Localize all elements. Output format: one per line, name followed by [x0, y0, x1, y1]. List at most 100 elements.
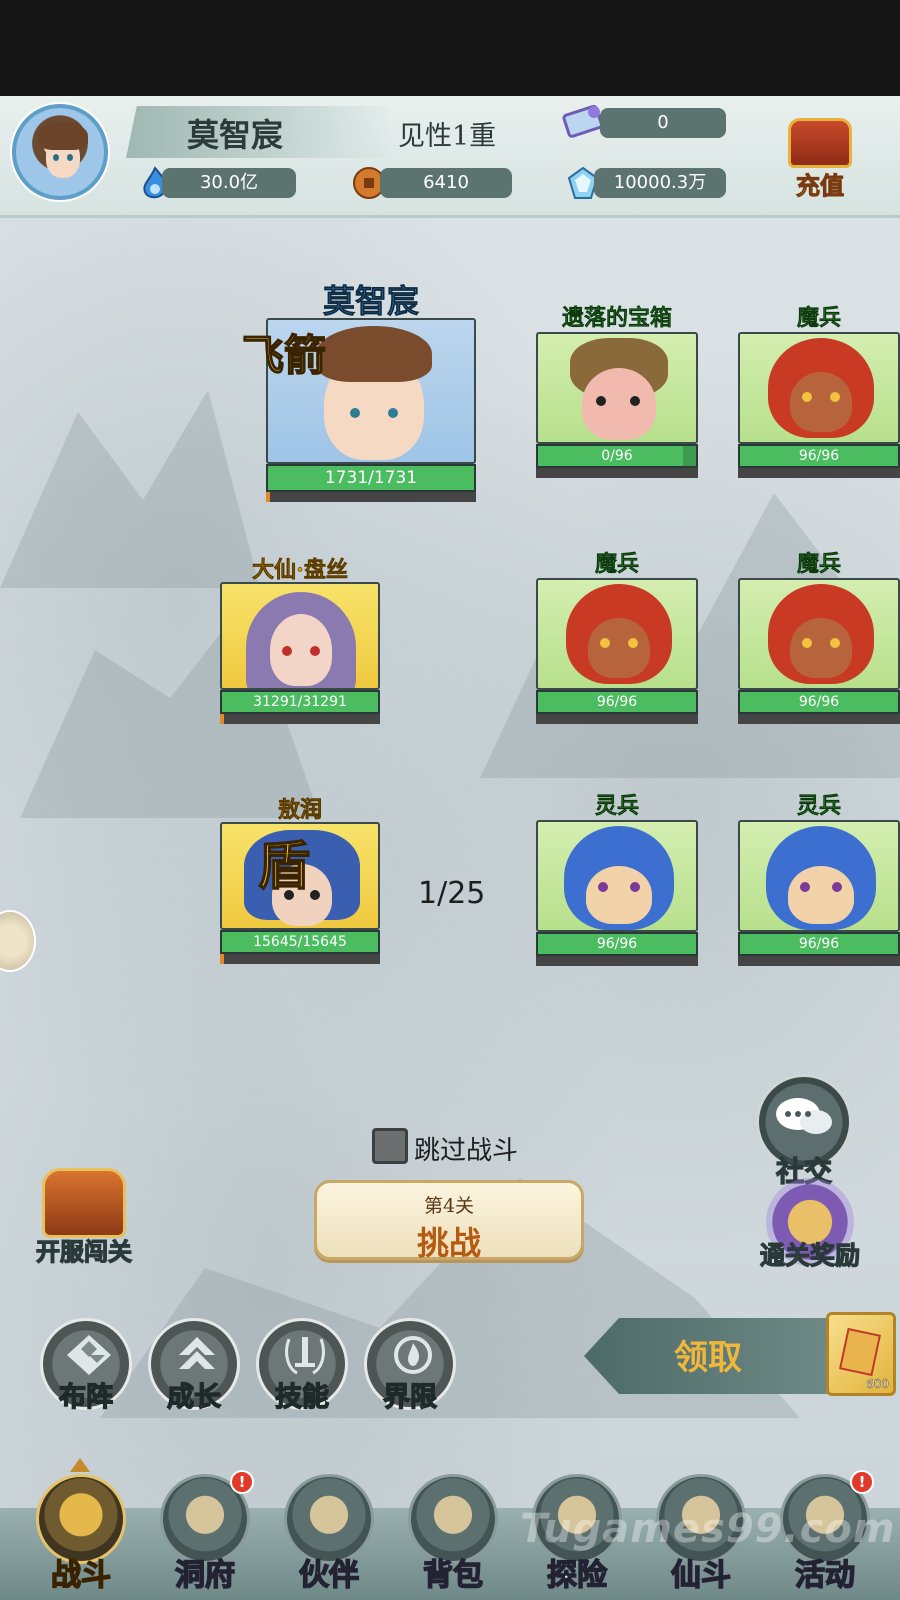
nav-cave[interactable]: ! 洞府: [150, 1460, 260, 1600]
hero-eye: [388, 408, 398, 418]
unit-hp-bar: 96/96: [738, 932, 900, 956]
player-avatar[interactable]: [12, 104, 108, 200]
coupon-icon: [839, 1327, 881, 1377]
unit-hp-bar: 96/96: [738, 690, 900, 714]
wave-counter: 1/25: [418, 876, 486, 911]
upgrade-arrow-icon: [179, 1337, 215, 1369]
spirit-amount: 30.0亿: [162, 168, 296, 198]
challenge-button[interactable]: 第4关 挑战: [314, 1180, 584, 1262]
status-bar: [0, 0, 900, 96]
coin-amount: 6410: [380, 168, 512, 198]
enemy-unit[interactable]: 魔兵 96/96: [738, 546, 900, 726]
unit-base: [536, 714, 698, 724]
character-eye: [310, 646, 320, 656]
claim-button[interactable]: 领取: [584, 1318, 834, 1394]
nav-battle[interactable]: 战斗: [26, 1458, 136, 1600]
formation-button[interactable]: 布阵: [40, 1318, 132, 1414]
enemy-unit[interactable]: 灵兵 96/96: [536, 788, 698, 968]
unit-hp-bar: 15645/15645: [220, 930, 380, 954]
sword-icon: [285, 1337, 325, 1375]
enemy-unit[interactable]: 遗落的宝箱 0/96: [536, 300, 698, 480]
character-face: [788, 866, 854, 924]
character-eye: [802, 392, 812, 402]
enemy-unit[interactable]: 灵兵 96/96: [738, 788, 900, 968]
unit-base: [220, 954, 380, 964]
unit-hp-text: 31291/31291: [253, 694, 347, 710]
unit-hp-text: 15645/15645: [253, 934, 347, 950]
ally-unit[interactable]: 敖润 盾 15645/15645: [220, 770, 380, 966]
nav-partner[interactable]: 伙伴: [274, 1460, 384, 1600]
unit-name: 敖润: [277, 797, 323, 824]
unit-hp-bar: 31291/31291: [220, 690, 380, 714]
limit-button[interactable]: 界限: [364, 1318, 456, 1414]
unit-name: 莫智宸: [322, 282, 420, 321]
skip-battle-checkbox[interactable]: [372, 1128, 408, 1164]
player-name: 莫智宸: [186, 116, 283, 154]
watermark: Tugames99.com: [520, 1506, 896, 1552]
gem-amount: 10000.3万: [594, 168, 726, 198]
social-button[interactable]: 社交: [756, 1074, 852, 1189]
growth-button[interactable]: 成长: [148, 1318, 240, 1414]
unit-name: 魔兵: [796, 551, 841, 577]
character-eye: [628, 638, 638, 648]
avatar-eye: [53, 154, 59, 161]
nav-label: 洞府: [174, 1557, 235, 1593]
character-face: [588, 618, 650, 678]
unit-hp-text: 0/96: [601, 448, 633, 464]
character-eye: [800, 882, 810, 892]
nav-bag[interactable]: 背包: [398, 1460, 508, 1600]
nav-label: 战斗: [50, 1557, 111, 1593]
energy-tick: [220, 954, 224, 964]
treasure-chest-icon: [42, 1168, 126, 1238]
recharge-button[interactable]: 充值: [784, 110, 856, 201]
challenge-label: 挑战: [416, 1224, 481, 1262]
character-eye: [310, 890, 320, 900]
unit-base: [738, 468, 900, 478]
character-eye: [802, 638, 812, 648]
unit-base: [266, 492, 476, 502]
notification-badge: !: [230, 1470, 254, 1494]
enemy-unit[interactable]: 魔兵 96/96: [738, 300, 900, 480]
checkerboard-icon: [67, 1335, 111, 1375]
unit-hp-text: 96/96: [596, 936, 638, 952]
character-eye: [598, 882, 608, 892]
flame-emblem-icon: [394, 1336, 432, 1374]
character-face: [270, 614, 332, 686]
nav-label: 背包: [422, 1557, 483, 1593]
active-indicator-icon: [70, 1458, 90, 1472]
ally-unit[interactable]: 大仙·盘丝 31291/31291: [220, 530, 380, 726]
unit-hp-text: 96/96: [596, 694, 638, 710]
character-eye: [830, 392, 840, 402]
character-face: [790, 372, 852, 432]
unit-portrait: [738, 820, 900, 932]
limit-label: 界限: [382, 1381, 437, 1413]
unit-hp-bar: 96/96: [536, 932, 698, 956]
unit-portrait: [536, 332, 698, 444]
open-server-challenge-button[interactable]: 开服闯关: [35, 1168, 133, 1267]
unit-portrait: [536, 578, 698, 690]
avatar-hair: [38, 122, 88, 150]
hero-eye: [350, 408, 360, 418]
unit-base: [536, 956, 698, 966]
character-eye: [282, 646, 292, 656]
unit-name: 魔兵: [796, 305, 841, 331]
character-face: [582, 368, 656, 440]
unit-portrait: [220, 582, 380, 690]
unit-hp-text: 96/96: [798, 936, 840, 952]
open-server-label: 开服闯关: [35, 1236, 132, 1266]
player-rank: 见性1重: [398, 121, 497, 152]
unit-hp-text: 96/96: [798, 448, 840, 464]
unit-base: [738, 956, 900, 966]
recharge-label: 充值: [796, 172, 845, 201]
skills-button[interactable]: 技能: [256, 1318, 348, 1414]
clear-rewards-button[interactable]: 通关奖励: [759, 1178, 861, 1274]
claim-label: 领取: [674, 1338, 742, 1378]
energy-tick: [220, 714, 224, 724]
energy-tick: [266, 492, 270, 502]
character-face: [586, 866, 652, 924]
hero-hair: [316, 326, 432, 382]
enemy-unit[interactable]: 魔兵 96/96: [536, 546, 698, 726]
coupon-reward[interactable]: 600: [826, 1312, 896, 1396]
chat-bubble-icon: [776, 1098, 832, 1134]
ally-unit[interactable]: 莫智宸 飞箭 1731/1731: [241, 282, 476, 506]
